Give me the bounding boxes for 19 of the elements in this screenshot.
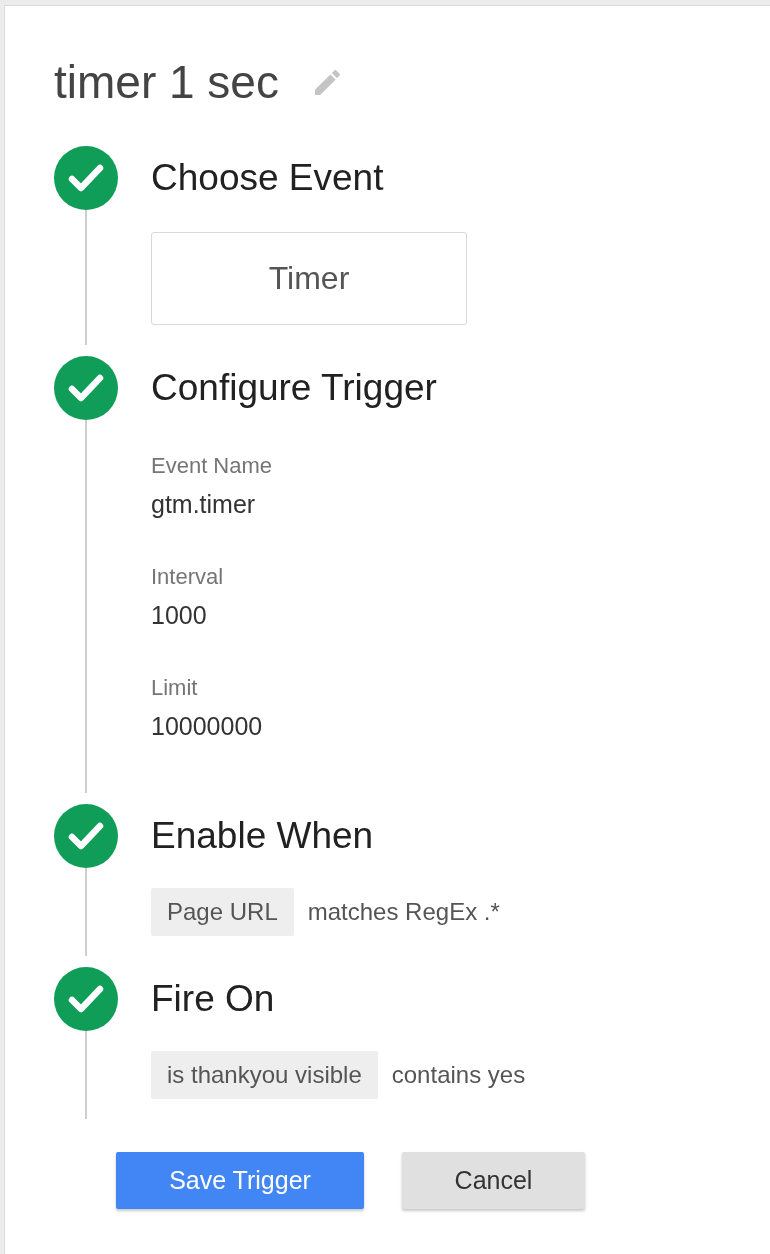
field-value: 1000 [151,600,207,630]
cancel-button[interactable]: Cancel [402,1152,585,1209]
save-button[interactable]: Save Trigger [116,1152,364,1209]
step-title: Fire On [151,977,276,1021]
field-value: gtm.timer [151,489,256,519]
condition-text: matches RegEx .* [307,898,500,926]
step-title: Choose Event [151,156,385,200]
pencil-icon[interactable] [314,69,340,95]
variable-chip: Page URL [151,888,294,936]
field-label: Event Name [151,453,273,479]
field-label: Limit [151,675,198,701]
event-type-button[interactable]: Timer [151,232,467,325]
variable-chip: is thankyou visible [151,1051,378,1099]
step-title: Configure Trigger [151,366,438,410]
step-title: Enable When [151,814,375,858]
field-value: 10000000 [151,711,263,741]
field-label: Interval [151,564,224,590]
page-title: timer 1 sec [54,55,279,110]
condition-text: contains yes [391,1061,526,1089]
